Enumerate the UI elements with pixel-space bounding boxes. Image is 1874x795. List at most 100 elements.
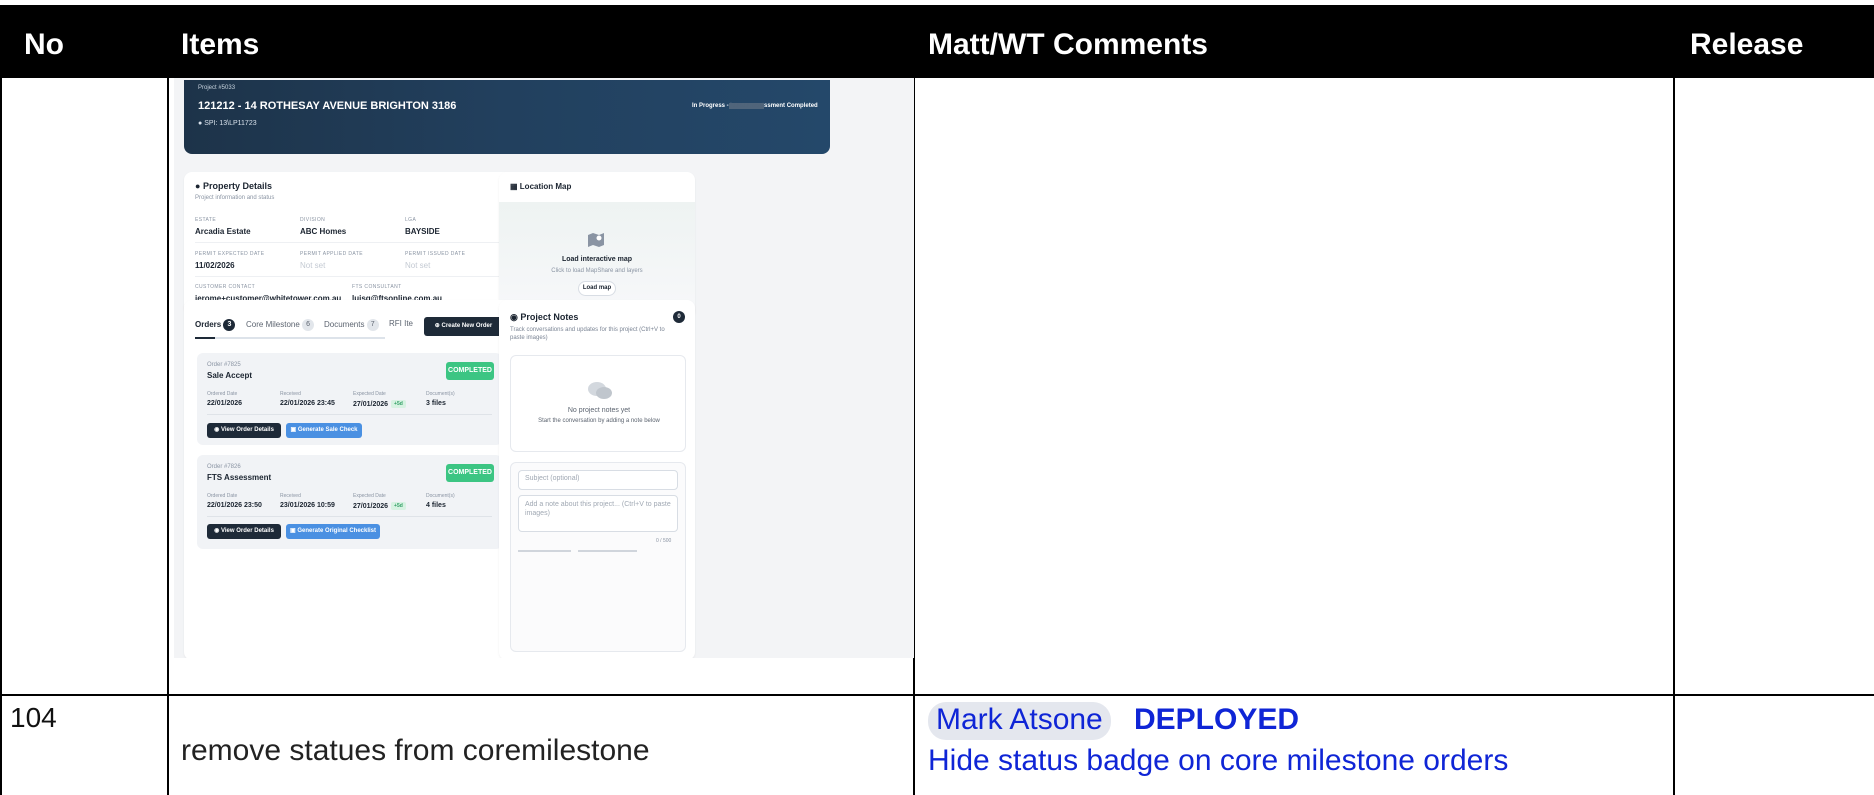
view-order-details-button[interactable]: ◉ View Order Details: [207, 524, 281, 539]
documents-count[interactable]: 4 files: [426, 502, 446, 509]
status-left: In Progress -: [692, 103, 729, 109]
notes-empty-title: No project notes yet: [567, 407, 631, 414]
col-label-received: Received: [280, 493, 301, 499]
comment-author-chip[interactable]: Mark Atsone: [928, 702, 1111, 740]
header-items: Items: [181, 28, 260, 61]
map-icon: [588, 233, 604, 247]
received-date: 22/01/2026 23:45: [280, 400, 335, 407]
property-details-title: Property Details: [202, 181, 272, 191]
ordered-date: 22/01/2026 23:50: [207, 502, 262, 509]
header-no: No: [24, 28, 64, 61]
tab-core-milestone[interactable]: Core Milestone 6: [246, 319, 315, 331]
load-map-subtitle: Click to load MapShare and layers: [551, 268, 643, 274]
divider: [207, 414, 492, 415]
notes-count-badge: 0: [673, 311, 685, 323]
expected-date: 27/01/2026: [353, 502, 389, 510]
field-label-customer-contact: CUSTOMER CONTACT: [195, 284, 256, 290]
expected-date-wrap: 27/01/2026 +5d: [353, 502, 406, 510]
documents-count[interactable]: 3 files: [426, 400, 446, 407]
form-button-partial[interactable]: [518, 550, 571, 552]
field-label-fts-consultant: FTS CONSULTANT: [352, 284, 402, 290]
table-divider: [1673, 78, 1675, 795]
order-card: Order #7826 FTS Assessment COMPLETED Ord…: [197, 455, 502, 549]
pin-icon: ●: [198, 120, 203, 127]
create-new-order-label: Create New Order: [441, 323, 493, 329]
view-order-details-label: View Order Details: [221, 427, 274, 433]
notes-empty-subtitle: Start the conversation by adding a note …: [538, 418, 660, 424]
tab-documents-count: 7: [366, 319, 379, 331]
project-banner: Project #5033 121212 - 14 ROTHESAY AVENU…: [184, 80, 830, 154]
comment-text: Hide status badge on core milestone orde…: [928, 744, 1509, 777]
col-label-expected: Expected Date: [353, 391, 386, 397]
spi-line: ● SPI: 13\LP11723: [198, 120, 257, 127]
view-order-details-label: View Order Details: [221, 528, 274, 534]
tab-documents-label: Documents: [324, 320, 365, 330]
map-icon: ▦: [510, 182, 518, 191]
status-redacted: Assessment: [728, 103, 765, 109]
tab-core-milestone-count: 6: [302, 319, 315, 331]
item-text: remove statues from coremilestone: [181, 734, 650, 767]
property-details-heading: ● Property Details: [195, 181, 272, 191]
expected-date-wrap: 27/01/2026 +5d: [353, 400, 406, 408]
status-right: ssment Completed: [764, 103, 818, 109]
header-comments: Matt/WT Comments: [928, 28, 1208, 61]
col-label-expected: Expected Date: [353, 493, 386, 499]
received-date: 23/01/2026 10:59: [280, 502, 335, 509]
form-button-partial[interactable]: [578, 550, 637, 552]
status-badge: COMPLETED: [446, 362, 494, 380]
load-map-button[interactable]: Load map: [578, 281, 616, 296]
tab-rfi[interactable]: RFI Ite: [389, 319, 413, 328]
order-name: Sale Accept: [207, 371, 253, 380]
chat-icon: ◉: [510, 312, 518, 322]
order-name: FTS Assessment: [207, 473, 272, 482]
col-label-documents: Document(s): [426, 493, 455, 499]
row-number: 104: [10, 702, 57, 733]
col-label-ordered: Ordered Date: [207, 493, 238, 499]
col-label-received: Received: [280, 391, 301, 397]
tab-orders-count: 3: [223, 319, 236, 331]
embedded-screenshot: Project #5033 121212 - 14 ROTHESAY AVENU…: [174, 78, 914, 658]
field-label-permit-applied: PERMIT APPLIED DATE: [300, 251, 363, 257]
note-form: Subject (optional) Add a note about this…: [510, 462, 686, 652]
tab-orders[interactable]: Orders 3: [195, 319, 236, 331]
generate-sale-check-button[interactable]: ▣ Generate Sale Check: [286, 423, 362, 438]
location-map-title: Location Map: [519, 182, 572, 191]
tab-documents[interactable]: Documents 7: [324, 319, 379, 331]
project-title: 121212 - 14 ROTHESAY AVENUE BRIGHTON 318…: [198, 100, 457, 112]
field-value-permit-issued: Not set: [405, 261, 431, 270]
field-value-lga: BAYSIDE: [405, 227, 440, 236]
generate-original-checklist-label: Generate Original Checklist: [297, 528, 377, 534]
generate-original-checklist-button[interactable]: ▣ Generate Original Checklist: [286, 524, 380, 539]
location-map-content: ▦ Location Map Load interactive map Clic…: [499, 172, 695, 314]
header-release: Release: [1690, 28, 1804, 61]
field-label-division: DIVISION: [300, 217, 326, 223]
document-icon: ▣: [290, 427, 297, 433]
order-number: Order #7825: [207, 362, 241, 368]
create-new-order-button[interactable]: ⊕ Create New Order: [424, 317, 503, 336]
field-label-permit-expected: PERMIT EXPECTED DATE: [195, 251, 265, 257]
expected-chip: +5d: [391, 400, 406, 408]
comment-status: DEPLOYED: [1134, 703, 1300, 736]
tab-orders-label: Orders: [195, 320, 222, 330]
tab-core-milestone-label: Core Milestone: [246, 320, 300, 330]
property-details-subtitle: Project information and status: [195, 195, 275, 201]
table-header-row: No Items Matt/WT Comments Release: [0, 5, 1874, 78]
status-badge: COMPLETED: [446, 464, 494, 482]
divider: [195, 276, 504, 277]
property-details-card: ● Property Details Project information a…: [184, 172, 515, 314]
field-label-lga: LGA: [405, 217, 417, 223]
order-number: Order #7826: [207, 464, 241, 470]
eye-icon: ◉: [214, 427, 220, 433]
spi-text: SPI: 13\LP11723: [204, 120, 257, 127]
generate-sale-check-label: Generate Sale Check: [297, 427, 358, 433]
chat-bubbles-icon: [588, 382, 612, 399]
project-notes-subtitle: Track conversations and updates for this…: [510, 327, 665, 341]
map-placeholder[interactable]: Load interactive map Click to load MapSh…: [499, 202, 695, 314]
plus-icon: ⊕: [434, 323, 440, 329]
view-order-details-button[interactable]: ◉ View Order Details: [207, 423, 281, 438]
table-border-left: [0, 78, 2, 795]
project-notes-title: Project Notes: [520, 312, 579, 322]
note-textarea[interactable]: Add a note about this project... (Ctrl+V…: [518, 495, 678, 532]
field-value-division: ABC Homes: [300, 227, 347, 236]
subject-input[interactable]: Subject (optional): [518, 470, 678, 490]
